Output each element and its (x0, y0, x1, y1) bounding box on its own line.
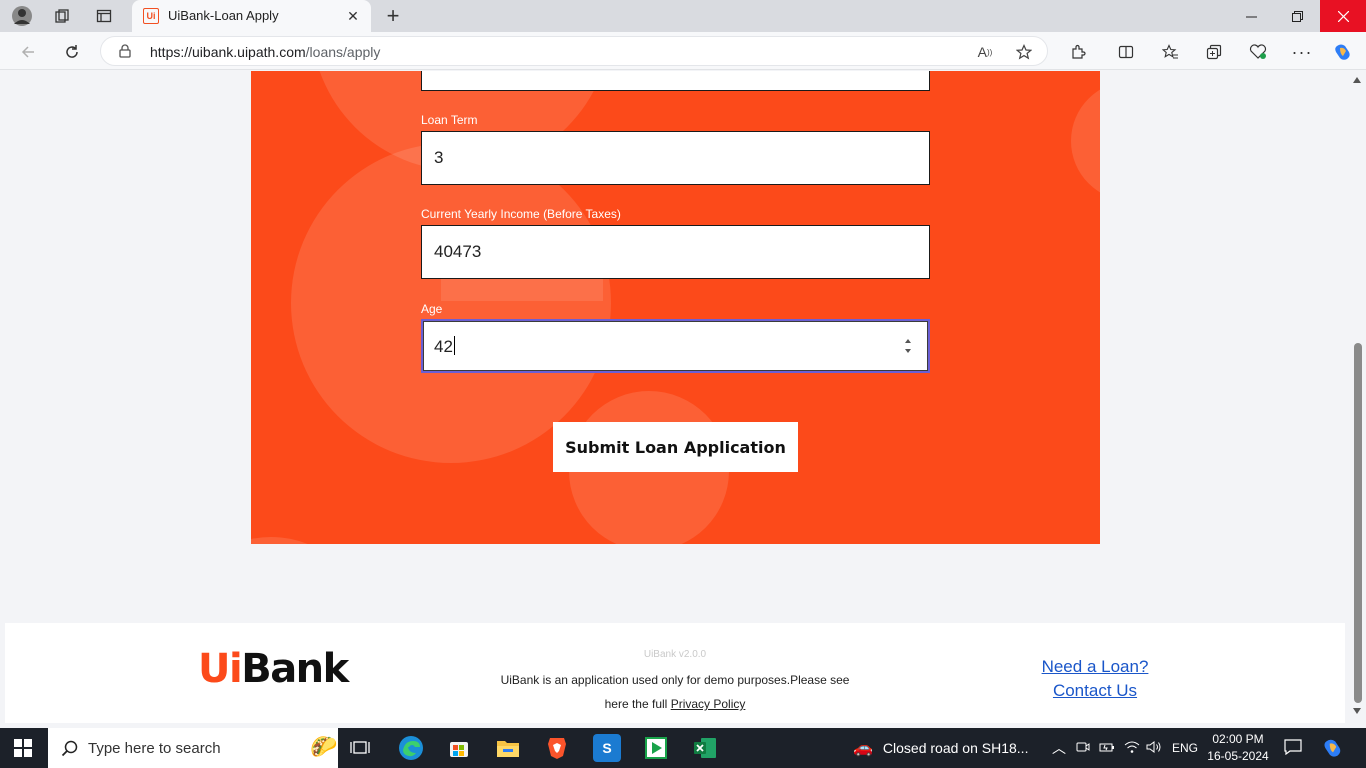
uipath-studio-icon[interactable]: S (593, 734, 621, 762)
uibank-favicon-icon: Ui (143, 8, 159, 24)
notifications-icon[interactable] (1284, 739, 1302, 758)
collections-icon[interactable] (1202, 40, 1226, 64)
submit-loan-button[interactable]: Submit Loan Application (553, 422, 798, 472)
taskbar-clock[interactable]: 02:00 PM 16-05-2024 (1206, 731, 1270, 765)
volume-icon[interactable] (1146, 740, 1162, 757)
tab-title: UiBank-Loan Apply (168, 8, 279, 23)
yearly-income-value: 40473 (434, 242, 482, 261)
wifi-icon[interactable] (1124, 740, 1140, 757)
yearly-income-input[interactable]: 40473 (421, 225, 930, 279)
brave-browser-icon[interactable] (543, 734, 571, 762)
copilot-taskbar-icon[interactable] (1322, 737, 1344, 762)
loan-term-label: Loan Term (421, 113, 478, 127)
minimize-button[interactable] (1228, 0, 1274, 32)
language-indicator[interactable]: ENG (1172, 741, 1198, 755)
text-caret (453, 336, 455, 355)
contact-us-link[interactable]: Contact Us (1005, 679, 1185, 703)
spin-up-icon[interactable] (905, 339, 911, 343)
media-player-icon[interactable] (642, 734, 670, 762)
extensions-icon[interactable] (1066, 40, 1090, 64)
loan-term-input[interactable]: 3 (421, 131, 930, 185)
lock-icon[interactable] (119, 44, 131, 58)
taskbar-search-box[interactable]: Type here to search 🌮 (48, 728, 338, 768)
footer-disclaimer: UiBank is an application used only for d… (500, 673, 850, 711)
search-icon (61, 740, 78, 757)
close-tab-icon[interactable]: ✕ (343, 6, 363, 26)
address-bar[interactable]: https://uibank.uipath.com/loans/apply A)… (100, 36, 1048, 66)
read-aloud-icon[interactable]: A)) (974, 41, 996, 63)
browser-toolbar: https://uibank.uipath.com/loans/apply A)… (0, 32, 1366, 70)
back-button[interactable] (14, 38, 42, 66)
camera-icon[interactable] (1076, 740, 1090, 757)
tab-actions-icon[interactable] (92, 4, 116, 28)
previous-field-input[interactable] (421, 71, 930, 91)
refresh-button[interactable] (58, 38, 86, 66)
page-scrollbar[interactable] (1349, 71, 1366, 724)
workspaces-icon[interactable] (50, 4, 74, 28)
spin-down-icon[interactable] (905, 349, 911, 353)
windows-start-button[interactable] (14, 739, 32, 757)
show-hidden-icons-icon[interactable]: ︿ (1052, 738, 1066, 758)
browser-essentials-icon[interactable] (1246, 40, 1270, 64)
active-tab[interactable]: Ui UiBank-Loan Apply ✕ (132, 0, 371, 32)
task-view-icon[interactable] (346, 734, 374, 762)
yearly-income-label: Current Yearly Income (Before Taxes) (421, 207, 621, 221)
profile-avatar[interactable] (10, 4, 34, 28)
scroll-thumb[interactable] (1354, 343, 1362, 703)
decorative-circle (251, 537, 371, 544)
scroll-down-icon[interactable] (1353, 708, 1361, 714)
search-placeholder: Type here to search (88, 740, 221, 757)
more-options-icon[interactable]: ··· (1290, 40, 1314, 64)
scroll-up-icon[interactable] (1353, 77, 1361, 83)
favorites-icon[interactable] (1158, 40, 1182, 64)
copilot-icon[interactable] (1331, 40, 1355, 64)
age-value: 42 (434, 336, 455, 356)
loan-form-panel: Loan Term 3 Current Yearly Income (Befor… (251, 71, 1100, 544)
favorite-star-icon[interactable] (1013, 41, 1035, 63)
windows-taskbar: Type here to search 🌮 S 🚗 Closed road on … (0, 728, 1366, 768)
privacy-policy-link[interactable]: Privacy Policy (671, 697, 746, 711)
traffic-notification[interactable]: 🚗 Closed road on SH18... (853, 738, 1028, 758)
number-spinner[interactable] (904, 339, 914, 357)
taco-search-highlight-icon: 🌮 (310, 734, 338, 759)
browser-titlebar: Ui UiBank-Loan Apply ✕ + (0, 0, 1366, 32)
age-input[interactable]: 42 (421, 319, 930, 373)
excel-icon[interactable] (691, 734, 719, 762)
battery-icon[interactable] (1099, 740, 1115, 757)
split-screen-icon[interactable] (1114, 40, 1138, 64)
page-footer: UiBank UiBank v2.0.0 UiBank is an applic… (5, 623, 1345, 723)
car-alert-icon: 🚗 (853, 740, 873, 757)
decorative-circle (291, 143, 611, 463)
page-viewport: Loan Term 3 Current Yearly Income (Befor… (0, 71, 1349, 724)
footer-links: Need a Loan? Contact Us (1005, 655, 1185, 703)
loan-term-value: 3 (434, 148, 444, 167)
file-explorer-icon[interactable] (494, 734, 522, 762)
restore-button[interactable] (1274, 0, 1320, 32)
need-a-loan-link[interactable]: Need a Loan? (1005, 655, 1185, 679)
decorative-circle (1071, 81, 1100, 201)
close-window-button[interactable] (1320, 0, 1366, 32)
new-tab-button[interactable]: + (381, 4, 405, 28)
url-text[interactable]: https://uibank.uipath.com/loans/apply (150, 44, 380, 60)
age-label: Age (421, 302, 443, 316)
edge-icon[interactable] (397, 734, 425, 762)
microsoft-store-icon[interactable] (445, 734, 473, 762)
